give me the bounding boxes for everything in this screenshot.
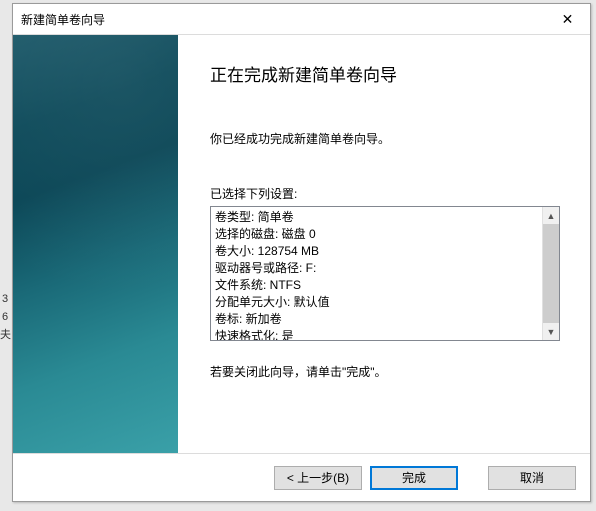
cancel-button[interactable]: 取消 [488,466,576,490]
scrollbar[interactable]: ▲ ▼ [542,207,559,340]
settings-line: 分配单元大小: 默认值 [215,294,538,311]
closing-hint: 若要关闭此向导，请单击"完成"。 [210,363,560,380]
button-bar: < 上一步(B) 完成 取消 [13,453,590,501]
scroll-up-icon[interactable]: ▲ [543,207,559,224]
left-gutter: 3 6 夫 [0,290,10,344]
wizard-sidebar-graphic [13,35,178,453]
settings-line: 卷类型: 简单卷 [215,209,538,226]
wizard-body: 正在完成新建简单卷向导 你已经成功完成新建简单卷向导。 已选择下列设置: 卷类型… [13,34,590,453]
settings-label: 已选择下列设置: [210,185,560,202]
scroll-down-icon[interactable]: ▼ [543,323,559,340]
gutter-text: 3 [0,290,10,308]
finish-button[interactable]: 完成 [370,466,458,490]
gutter-text: 6 [0,308,10,326]
wizard-content: 正在完成新建简单卷向导 你已经成功完成新建简单卷向导。 已选择下列设置: 卷类型… [178,35,590,453]
settings-line: 文件系统: NTFS [215,277,538,294]
gutter-text: 夫 [0,326,10,344]
back-button[interactable]: < 上一步(B) [274,466,362,490]
close-button[interactable]: ✕ [545,4,590,34]
background: 3 6 夫 新建简单卷向导 ✕ 正在完成新建简单卷向导 你已经成功完成新建简单卷… [0,0,596,511]
settings-list: 卷类型: 简单卷 选择的磁盘: 磁盘 0 卷大小: 128754 MB 驱动器号… [211,207,542,340]
settings-line: 选择的磁盘: 磁盘 0 [215,226,538,243]
settings-line: 驱动器号或路径: F: [215,260,538,277]
window-title: 新建简单卷向导 [21,11,105,28]
settings-summary-box: 卷类型: 简单卷 选择的磁盘: 磁盘 0 卷大小: 128754 MB 驱动器号… [210,206,560,341]
wizard-window: 新建简单卷向导 ✕ 正在完成新建简单卷向导 你已经成功完成新建简单卷向导。 已选… [12,3,591,502]
close-icon: ✕ [562,11,574,28]
scroll-thumb[interactable] [543,224,559,323]
settings-line: 卷标: 新加卷 [215,311,538,328]
page-heading: 正在完成新建简单卷向导 [210,61,560,86]
settings-line: 卷大小: 128754 MB [215,243,538,260]
titlebar[interactable]: 新建简单卷向导 ✕ [13,4,590,34]
intro-text: 你已经成功完成新建简单卷向导。 [210,130,560,147]
settings-line: 快速格式化: 是 [215,328,538,340]
